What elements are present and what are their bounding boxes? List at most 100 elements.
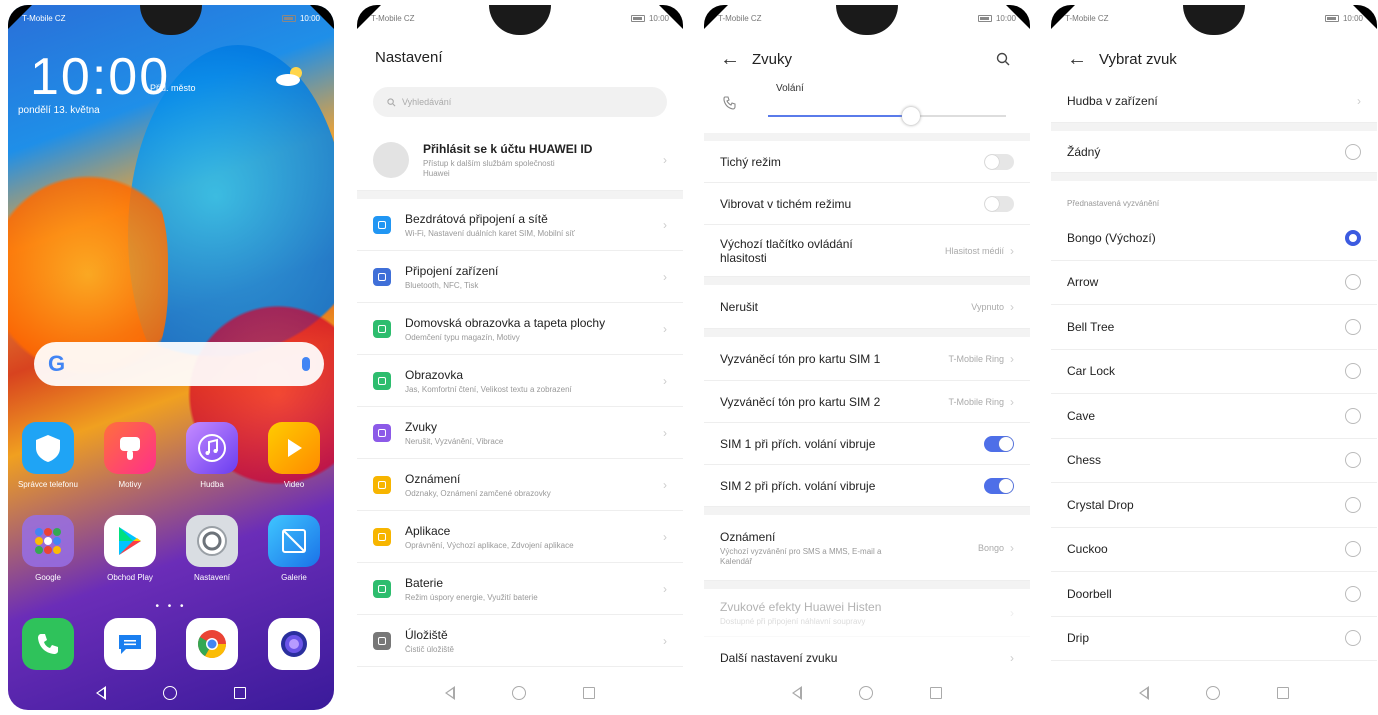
- back-arrow-icon[interactable]: ←: [1067, 49, 1087, 69]
- settings-item-4[interactable]: Zvuky Nerušit, Vyzvánění, Vibrace ›: [357, 407, 683, 459]
- screenshot-stage: T-Mobile CZ 10:00 10:00 Přid. město pond…: [0, 0, 1378, 715]
- sim1-vibrate-toggle[interactable]: [984, 435, 1014, 452]
- search-icon[interactable]: [996, 52, 1010, 66]
- app-themes[interactable]: Motivy: [90, 422, 170, 489]
- call-volume-slider[interactable]: [768, 107, 1006, 125]
- ringtone-row[interactable]: Bell Tree: [1051, 305, 1377, 350]
- weather-icon[interactable]: [274, 65, 308, 87]
- app-play-store[interactable]: Obchod Play: [90, 515, 170, 582]
- ringtone-row[interactable]: Chess: [1051, 439, 1377, 483]
- dock-camera[interactable]: [254, 618, 334, 670]
- music-on-device-row[interactable]: Hudba v zařízení ›: [1051, 79, 1377, 123]
- ringtone-row[interactable]: Doorbell: [1051, 572, 1377, 617]
- back-icon[interactable]: [1139, 686, 1150, 700]
- sim1-vibrate-row[interactable]: SIM 1 při přích. volání vibruje: [704, 423, 1030, 465]
- camera-icon: [268, 618, 320, 670]
- app-phone-manager[interactable]: Správce telefonu: [8, 422, 88, 489]
- dock-chrome[interactable]: [172, 618, 252, 670]
- dock-messages[interactable]: [90, 618, 170, 670]
- account-row[interactable]: Přihlásit se k účtu HUAWEI ID Přístup k …: [357, 129, 683, 191]
- clock-widget[interactable]: 10:00: [30, 47, 170, 107]
- ringtone-row[interactable]: Crystal Drop: [1051, 483, 1377, 528]
- radio-button[interactable]: [1345, 541, 1361, 558]
- ringtone-row[interactable]: Cuckoo: [1051, 528, 1377, 572]
- silent-mode-row[interactable]: Tichý režim: [704, 141, 1030, 183]
- recents-icon[interactable]: [929, 687, 942, 699]
- home-icon[interactable]: [162, 686, 177, 700]
- radio-button[interactable]: [1345, 452, 1361, 469]
- default-volume-button-row[interactable]: Výchozí tlačítko ovládání hlasitosti Hla…: [704, 225, 1030, 277]
- notification-sound-row[interactable]: Oznámení Výchozí vyzvánění pro SMS a MMS…: [704, 515, 1030, 581]
- recents-icon[interactable]: [1276, 687, 1289, 699]
- device-connection-icon: [373, 267, 391, 286]
- dnd-row[interactable]: Nerušit Vypnuto ›: [704, 285, 1030, 329]
- navigation-bar: [1051, 676, 1377, 710]
- music-icon: [186, 422, 238, 474]
- radio-button[interactable]: [1345, 585, 1361, 602]
- settings-item-6[interactable]: Aplikace Oprávnění, Výchozí aplikace, Zdv…: [357, 511, 683, 563]
- ringtone-row[interactable]: Drip: [1051, 617, 1377, 661]
- phone-pick-sound-screen: T-Mobile CZ 10:00 ← Vybrat zvuk Hudba v …: [1051, 5, 1377, 710]
- radio-button[interactable]: [1345, 229, 1361, 246]
- radio-button[interactable]: [1345, 630, 1361, 647]
- ringtone-none-row[interactable]: Žádný: [1051, 131, 1377, 173]
- settings-item-2[interactable]: Domovská obrazovka a tapeta plochy Odemče…: [357, 303, 683, 355]
- ringtone-row[interactable]: Arrow: [1051, 261, 1377, 305]
- app-music[interactable]: Hudba: [172, 422, 252, 489]
- chevron-right-icon: ›: [663, 581, 667, 596]
- ringtone-row[interactable]: Bongo (Výchozí): [1051, 216, 1377, 261]
- back-icon[interactable]: [96, 686, 107, 700]
- play-store-icon: [104, 515, 156, 567]
- radio-button[interactable]: [1345, 143, 1361, 160]
- more-sound-settings-row[interactable]: Další nastavení zvuku ›: [704, 637, 1030, 679]
- ringtone-row[interactable]: Car Lock: [1051, 350, 1377, 394]
- navigation-bar: [704, 676, 1030, 710]
- settings-item-0[interactable]: Bezdrátová připojení a sítě Wi-Fi, Nastav…: [357, 199, 683, 251]
- back-arrow-icon[interactable]: ←: [720, 49, 740, 69]
- settings-item-subtitle: Wi-Fi, Nastavení duálních karet SIM, Mob…: [405, 228, 575, 238]
- radio-button[interactable]: [1345, 363, 1361, 380]
- settings-item-3[interactable]: Obrazovka Jas, Komfortní čtení, Velikost …: [357, 355, 683, 407]
- home-icon[interactable]: [511, 686, 526, 700]
- radio-button[interactable]: [1345, 407, 1361, 424]
- recents-icon[interactable]: [233, 687, 246, 699]
- radio-button[interactable]: [1345, 318, 1361, 335]
- radio-button[interactable]: [1345, 496, 1361, 513]
- dock-phone[interactable]: [8, 618, 88, 670]
- silent-mode-toggle[interactable]: [984, 153, 1014, 170]
- vibrate-silent-row[interactable]: Vibrovat v tichém režimu: [704, 183, 1030, 225]
- settings-item-1[interactable]: Připojení zařízení Bluetooth, NFC, Tisk ›: [357, 251, 683, 303]
- app-row-1: Správce telefonu Motivy Hudba Video: [8, 422, 334, 489]
- ringtone-label: Car Lock: [1067, 364, 1116, 379]
- app-google-folder[interactable]: Google: [8, 515, 88, 582]
- app-video[interactable]: Video: [254, 422, 334, 489]
- radio-button[interactable]: [1345, 274, 1361, 291]
- vibrate-silent-toggle[interactable]: [984, 195, 1014, 212]
- mic-icon[interactable]: [302, 357, 310, 371]
- home-icon[interactable]: [1205, 686, 1220, 700]
- battery-icon: [1324, 14, 1339, 22]
- chevron-right-icon: ›: [1010, 605, 1014, 620]
- settings-item-title: Oznámení: [405, 471, 461, 486]
- settings-item-title: Zvuky: [405, 419, 438, 434]
- home-icon[interactable]: [858, 686, 873, 700]
- google-search-bar[interactable]: G: [34, 342, 324, 386]
- sim2-vibrate-toggle[interactable]: [984, 477, 1014, 494]
- app-settings[interactable]: Nastavení: [172, 515, 252, 582]
- sim2-ringtone-row[interactable]: Vyzváněcí tón pro kartu SIM 2 T-Mobile R…: [704, 381, 1030, 423]
- settings-search-input[interactable]: Vyhledávání: [373, 87, 667, 117]
- back-icon[interactable]: [445, 686, 456, 700]
- app-gallery[interactable]: Galerie: [254, 515, 334, 582]
- settings-item-8[interactable]: Úložiště Čistič úložiště ›: [357, 615, 683, 667]
- recents-icon[interactable]: [582, 687, 595, 699]
- slider-knob[interactable]: [901, 107, 920, 125]
- carrier-label: T-Mobile CZ: [22, 13, 66, 23]
- settings-item-5[interactable]: Oznámení Odznaky, Oznámení zamčené obrazo…: [357, 459, 683, 511]
- sim1-ringtone-row[interactable]: Vyzváněcí tón pro kartu SIM 1 T-Mobile R…: [704, 337, 1030, 381]
- back-icon[interactable]: [792, 686, 803, 700]
- ringtone-row[interactable]: Cave: [1051, 394, 1377, 439]
- ringtone-label: Cuckoo: [1067, 542, 1108, 557]
- sim2-vibrate-row[interactable]: SIM 2 při přích. volání vibruje: [704, 465, 1030, 507]
- chevron-right-icon: ›: [663, 477, 667, 492]
- settings-item-7[interactable]: Baterie Režim úspory energie, Využití bat…: [357, 563, 683, 615]
